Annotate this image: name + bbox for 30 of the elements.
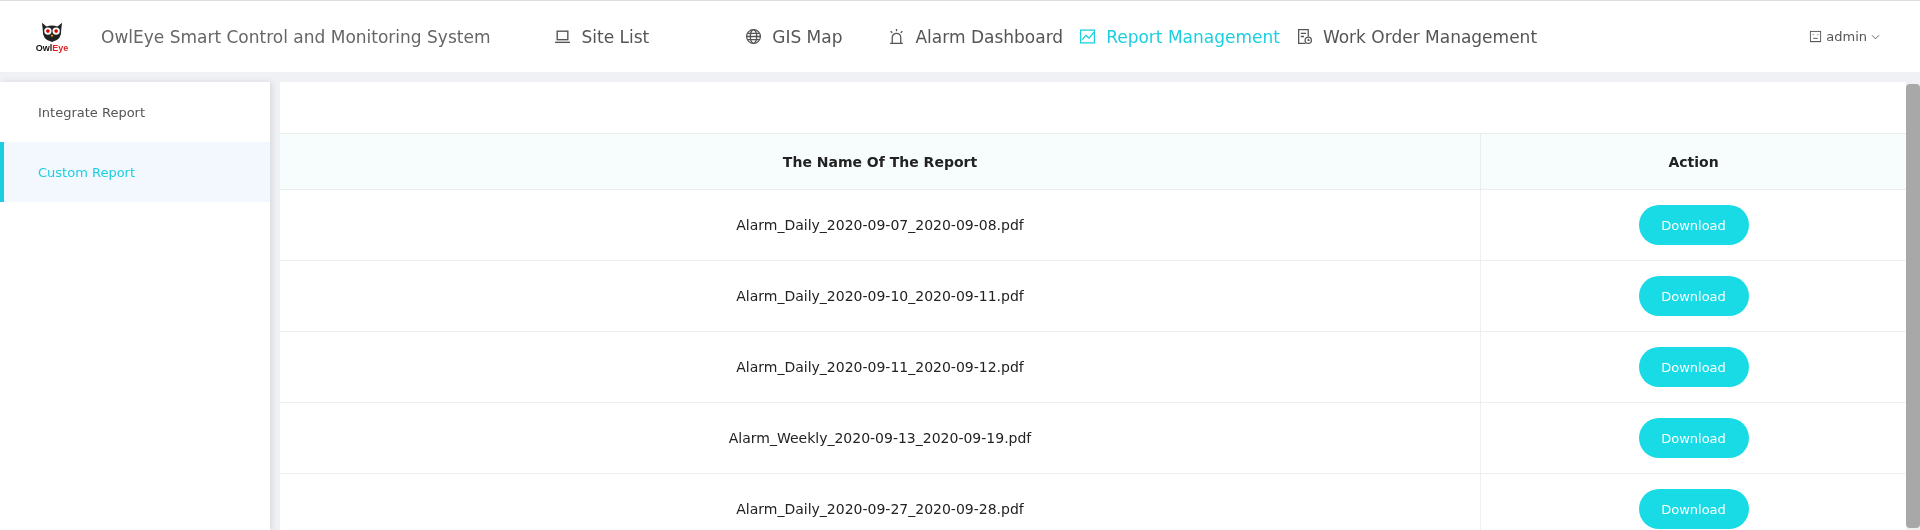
app-title: OwlEye Smart Control and Monitoring System: [101, 26, 491, 47]
sidebar-item[interactable]: Custom Report: [0, 142, 270, 202]
download-button[interactable]: Download: [1638, 347, 1749, 387]
sidebar-item[interactable]: Integrate Report: [0, 82, 270, 142]
nav-tab[interactable]: GIS Map: [737, 26, 851, 47]
table-cell: Alarm_Daily_2020-09-11_2020-09-12.pdf: [280, 331, 1481, 403]
table-cell: Alarm_Daily_2020-09-07_2020-09-08.pdf: [280, 189, 1481, 261]
nav-tab[interactable]: Site List: [546, 26, 658, 47]
document-clock-icon: [1295, 28, 1313, 45]
download-button[interactable]: Download: [1638, 205, 1749, 245]
nav-tab[interactable]: Report Management: [1071, 26, 1288, 47]
chevron-down-icon: [1871, 33, 1880, 40]
column-header: The Name Of The Report: [280, 133, 1481, 190]
download-button[interactable]: Download: [1638, 489, 1749, 529]
scrollbar-thumb[interactable]: [1906, 84, 1920, 528]
download-button[interactable]: Download: [1638, 276, 1749, 316]
globe-icon: [745, 28, 763, 45]
chart-icon: [1079, 28, 1097, 45]
nav-tab[interactable]: Alarm Dashboard: [880, 26, 1072, 47]
user-icon: [1809, 30, 1823, 43]
download-button[interactable]: Download: [1638, 418, 1749, 458]
nav-tab[interactable]: Work Order Management: [1287, 26, 1546, 47]
logo-text: OwlEye: [35, 42, 69, 53]
alarm-icon: [888, 28, 906, 45]
table-cell: Alarm_Weekly_2020-09-13_2020-09-19.pdf: [280, 402, 1481, 474]
table-cell: Alarm_Daily_2020-09-10_2020-09-11.pdf: [280, 260, 1481, 332]
laptop-icon: [554, 28, 572, 45]
table-cell: Alarm_Daily_2020-09-27_2020-09-28.pdf: [280, 473, 1481, 530]
user-menu[interactable]: admin: [1826, 29, 1867, 44]
column-header: Action: [1480, 133, 1906, 190]
